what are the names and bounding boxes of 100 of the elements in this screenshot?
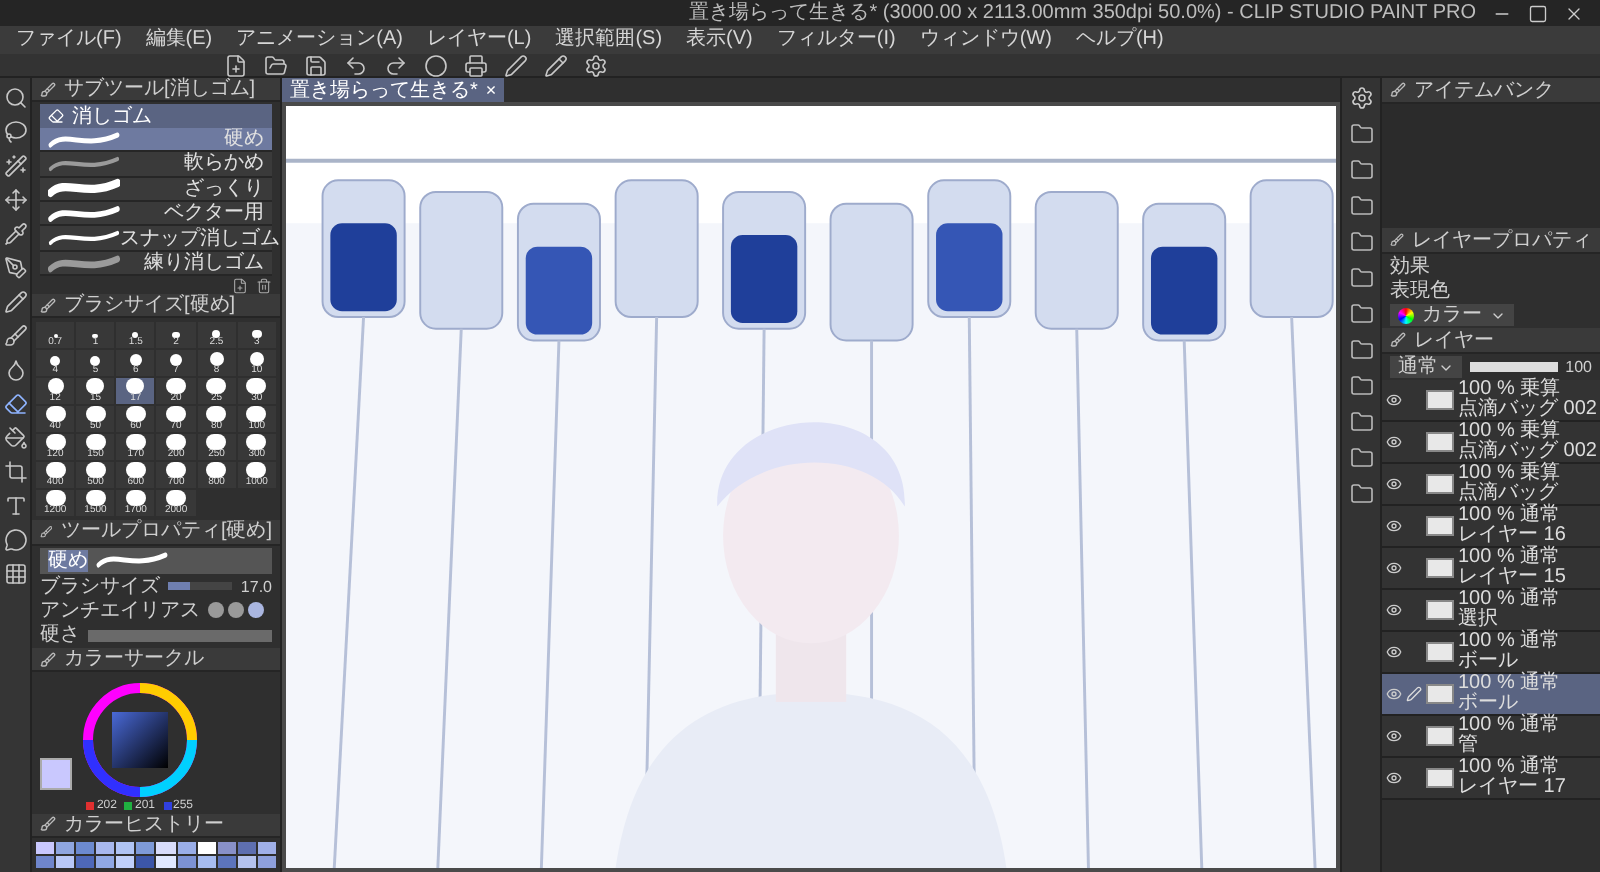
layer-row[interactable]: 100 % 乗算 点滴バッグ 002 bbox=[1382, 380, 1600, 422]
history-swatch[interactable] bbox=[56, 842, 75, 855]
layer-row[interactable]: 100 % 通常 ボール bbox=[1382, 674, 1600, 716]
color-swatch[interactable] bbox=[40, 757, 72, 790]
history-swatch[interactable] bbox=[136, 842, 155, 855]
history-swatch[interactable] bbox=[237, 856, 256, 869]
hardness-bar[interactable] bbox=[88, 629, 272, 642]
maximize-icon[interactable] bbox=[1528, 3, 1548, 23]
trash-icon[interactable] bbox=[256, 277, 272, 294]
menu-item[interactable]: ウィンドウ(W) bbox=[919, 28, 1052, 52]
layer-row[interactable]: 100 % 通常 レイヤー 17 bbox=[1382, 758, 1600, 800]
eye-icon[interactable] bbox=[1386, 518, 1402, 534]
eye-icon[interactable] bbox=[1386, 770, 1402, 786]
history-swatch[interactable] bbox=[116, 856, 135, 869]
folder-icon[interactable] bbox=[264, 53, 288, 77]
history-swatch[interactable] bbox=[197, 856, 216, 869]
folder-icon[interactable] bbox=[1349, 482, 1373, 506]
history-swatch[interactable] bbox=[237, 842, 256, 855]
history-swatch[interactable] bbox=[96, 856, 115, 869]
folder-icon[interactable] bbox=[1349, 266, 1373, 290]
pencil-icon[interactable] bbox=[544, 53, 568, 77]
speech-bubble-icon[interactable] bbox=[3, 528, 27, 552]
history-swatch[interactable] bbox=[76, 842, 95, 855]
color-mode-dropdown[interactable]: カラー bbox=[1390, 304, 1514, 326]
history-swatch[interactable] bbox=[217, 842, 236, 855]
crop-icon[interactable] bbox=[3, 460, 27, 484]
eraser-icon[interactable] bbox=[3, 392, 27, 416]
layer-row[interactable]: 100 % 通常 選択 bbox=[1382, 590, 1600, 632]
pencil-icon[interactable] bbox=[3, 290, 27, 314]
lasso-icon[interactable] bbox=[3, 120, 27, 144]
eye-icon[interactable] bbox=[1386, 560, 1402, 576]
folder-icon[interactable] bbox=[1349, 410, 1373, 434]
anti-alias-options[interactable] bbox=[208, 602, 264, 619]
layer-row[interactable]: 100 % 通常 レイヤー 16 bbox=[1382, 506, 1600, 548]
folder-icon[interactable] bbox=[1349, 446, 1373, 470]
menu-item[interactable]: アニメーション(A) bbox=[236, 28, 403, 52]
menu-item[interactable]: 編集(E) bbox=[145, 28, 213, 52]
history-swatch[interactable] bbox=[217, 856, 236, 869]
eye-icon[interactable] bbox=[1386, 686, 1402, 702]
history-swatch[interactable] bbox=[116, 842, 135, 855]
menu-item[interactable]: フィルター(I) bbox=[776, 28, 896, 52]
eye-icon[interactable] bbox=[1386, 434, 1402, 450]
settings-icon[interactable] bbox=[584, 53, 608, 77]
redo-icon[interactable] bbox=[384, 53, 408, 77]
folder-icon[interactable] bbox=[1349, 374, 1373, 398]
history-swatch[interactable] bbox=[36, 842, 55, 855]
eye-icon[interactable] bbox=[1386, 392, 1402, 408]
pen-nib-icon[interactable] bbox=[3, 256, 27, 280]
undo-icon[interactable] bbox=[344, 53, 368, 77]
paint-bucket-icon[interactable] bbox=[3, 426, 27, 450]
brush-icon[interactable] bbox=[3, 324, 27, 348]
folder-icon[interactable] bbox=[1349, 302, 1373, 326]
blend-mode-dropdown[interactable]: 通常 bbox=[1390, 356, 1462, 378]
color-wheel[interactable] bbox=[80, 679, 200, 800]
wand-icon[interactable] bbox=[3, 154, 27, 178]
droplet-icon[interactable] bbox=[3, 358, 27, 382]
sub-tool-item[interactable]: ベクター用 bbox=[40, 202, 272, 227]
history-swatch[interactable] bbox=[257, 842, 276, 855]
add-icon[interactable] bbox=[232, 277, 248, 294]
sub-tool-item[interactable]: 練り消しゴム bbox=[40, 251, 272, 277]
layer-row[interactable]: 100 % 乗算 点滴バッグ bbox=[1382, 464, 1600, 506]
eye-icon[interactable] bbox=[1386, 602, 1402, 618]
history-swatch[interactable] bbox=[56, 856, 75, 869]
folder-icon[interactable] bbox=[1349, 338, 1373, 362]
text-icon[interactable] bbox=[3, 494, 27, 518]
eye-icon[interactable] bbox=[1386, 476, 1402, 492]
history-swatch[interactable] bbox=[36, 856, 55, 869]
history-swatch[interactable] bbox=[136, 856, 155, 869]
history-swatch[interactable] bbox=[76, 856, 95, 869]
sub-tool-item[interactable]: 軟らかめ bbox=[40, 152, 272, 178]
pipette-icon[interactable] bbox=[3, 222, 27, 246]
tab-close-button[interactable]: × bbox=[485, 80, 497, 100]
slider-track[interactable] bbox=[168, 582, 233, 591]
menu-item[interactable]: ファイル(F) bbox=[16, 28, 122, 52]
grid-icon[interactable] bbox=[3, 562, 27, 586]
pen-icon[interactable] bbox=[504, 53, 528, 77]
layer-row[interactable]: 100 % 通常 管 bbox=[1382, 716, 1600, 758]
history-swatch[interactable] bbox=[96, 842, 115, 855]
history-swatch[interactable] bbox=[177, 842, 196, 855]
menu-item[interactable]: ヘルプ(H) bbox=[1075, 28, 1164, 52]
close-icon[interactable] bbox=[1564, 3, 1584, 23]
tool-group-tab[interactable]: 消しゴム bbox=[40, 104, 272, 128]
folder-icon[interactable] bbox=[1349, 158, 1373, 182]
sub-tool-item[interactable]: ざっくり bbox=[40, 177, 272, 203]
document-tab[interactable]: 置き場らって生きる* × bbox=[282, 78, 505, 102]
history-swatch[interactable] bbox=[257, 856, 276, 869]
folder-icon[interactable] bbox=[1349, 194, 1373, 218]
layer-row[interactable]: 100 % 通常 ボール bbox=[1382, 632, 1600, 674]
folder-icon[interactable] bbox=[1349, 122, 1373, 146]
circle-icon[interactable] bbox=[424, 53, 448, 77]
history-swatch[interactable] bbox=[177, 856, 196, 869]
save-icon[interactable] bbox=[304, 53, 328, 77]
history-swatch[interactable] bbox=[197, 842, 216, 855]
layer-row[interactable]: 100 % 乗算 点滴バッグ 002 bbox=[1382, 422, 1600, 464]
menu-item[interactable]: 表示(V) bbox=[686, 28, 753, 52]
settings-icon[interactable] bbox=[1349, 86, 1373, 110]
printer-icon[interactable] bbox=[464, 53, 488, 77]
eye-icon[interactable] bbox=[1386, 644, 1402, 660]
new-file-icon[interactable] bbox=[224, 53, 248, 77]
layer-row[interactable]: 100 % 通常 レイヤー 15 bbox=[1382, 548, 1600, 590]
